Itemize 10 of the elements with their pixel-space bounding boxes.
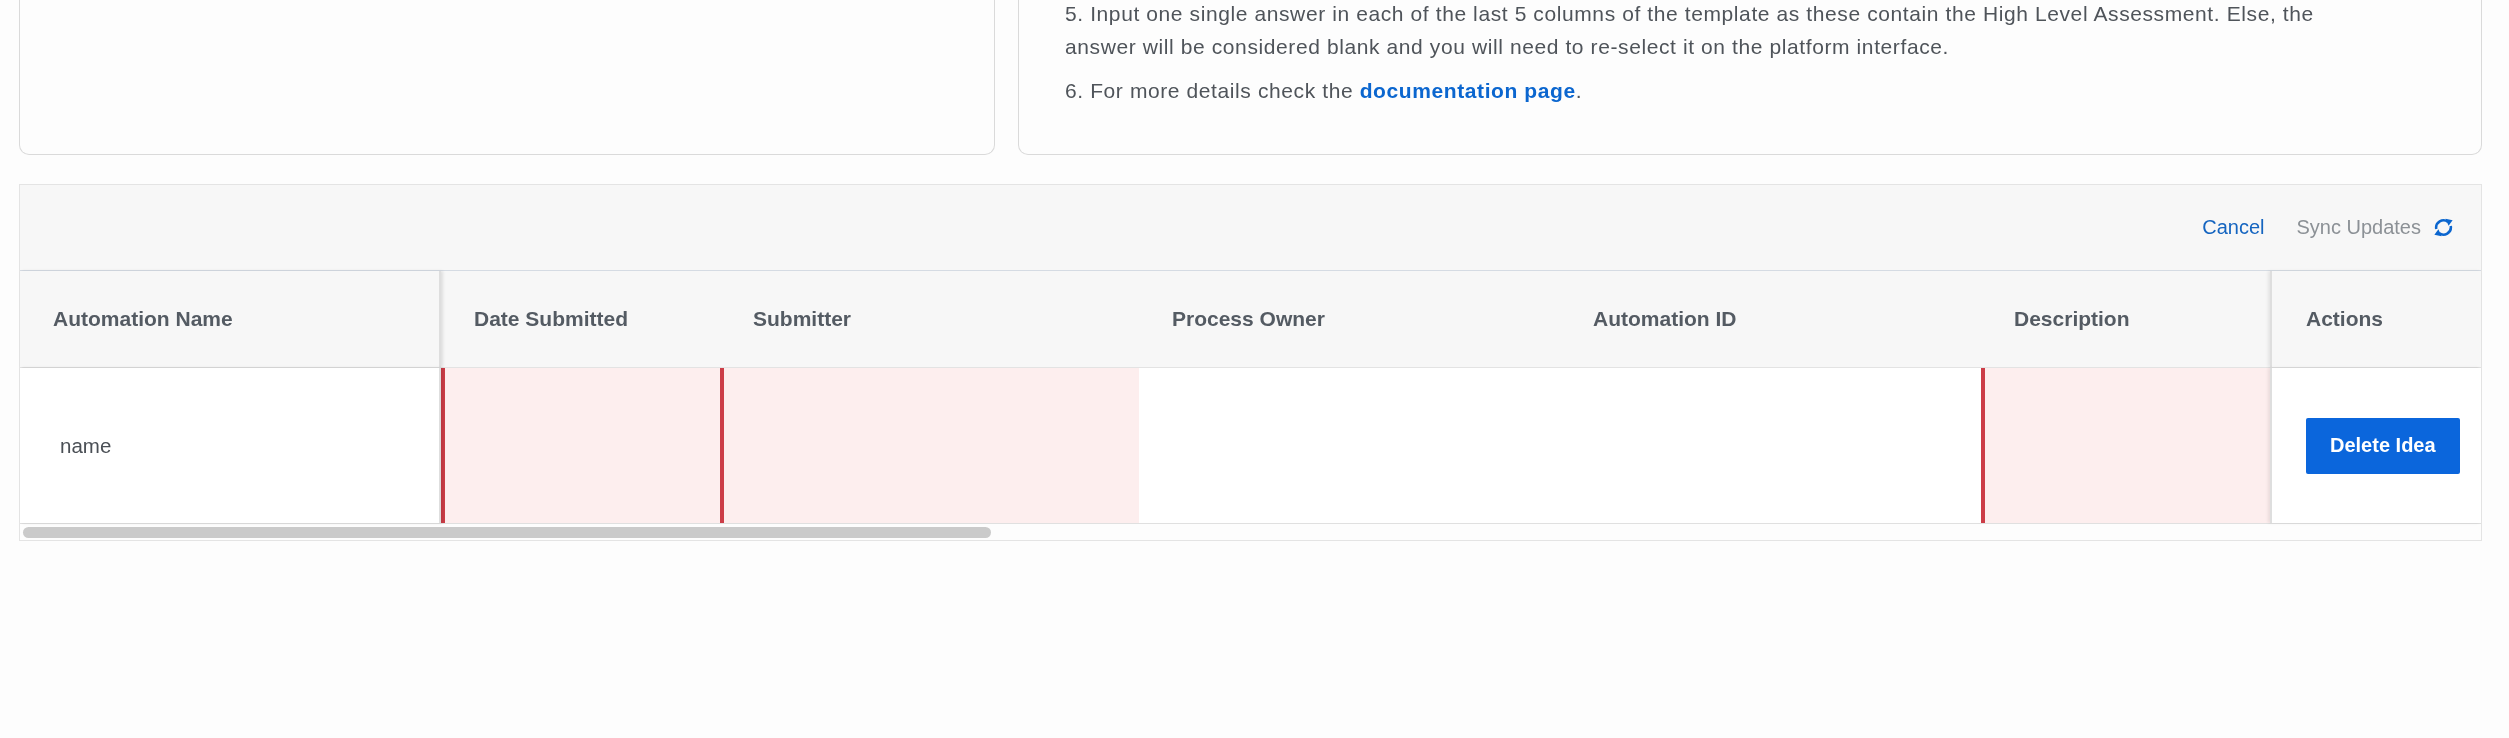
scrollbar-thumb[interactable]	[23, 526, 991, 538]
sync-icon	[2434, 218, 2453, 237]
instruction-text: 5. Input one single answer in each of the last 5 columns of the template as these contain the High Level Assessment. Else, the answer will be considered blank and you will need to re-select it on the platform interface.	[1065, 1, 2315, 60]
documentation-link[interactable]: documentation page	[1359, 79, 1576, 102]
instruction-text: 6. For more details check the documentation page.	[1065, 78, 1584, 104]
cancel-button[interactable]: Cancel	[2202, 216, 2265, 239]
table-cell: name	[20, 368, 441, 523]
column-header: Actions	[2270, 271, 2481, 367]
column-header: Automation Name	[20, 271, 441, 367]
delete-idea-button[interactable]: Delete Idea	[2306, 417, 2460, 474]
